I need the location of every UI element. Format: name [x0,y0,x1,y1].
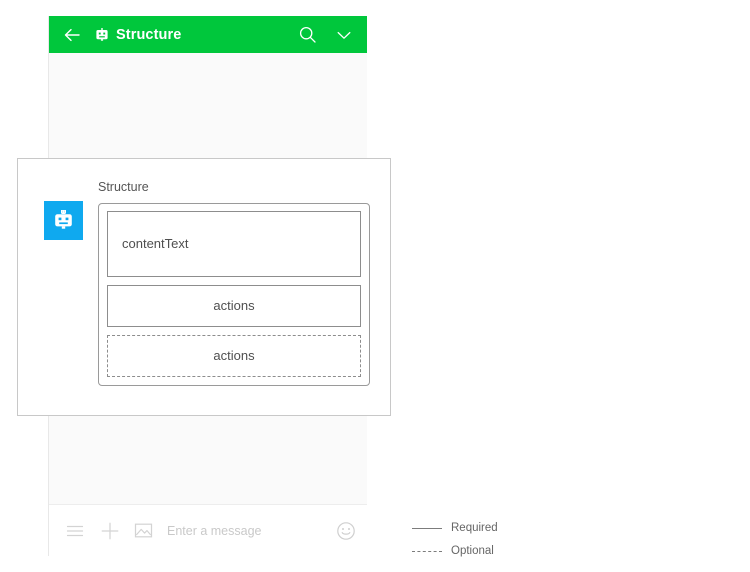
message-input[interactable] [167,523,328,538]
slot-content-text-label: contentText [122,236,189,251]
slot-actions-required-label: actions [213,298,255,313]
slot-actions-optional: actions [107,334,361,377]
emoji-smiley-icon[interactable] [336,521,356,541]
robot-avatar-icon [55,210,72,229]
slot-actions-required: actions [107,284,361,327]
chat-header: Structure [49,16,367,53]
structure-annotation-card: Structure contentText actions actions [17,158,391,416]
search-icon[interactable] [298,25,317,44]
legend: Required Optional [412,519,532,565]
chevron-down-icon[interactable] [335,26,353,44]
slot-content-text: contentText [107,210,361,277]
legend-line-solid-icon [412,527,442,529]
message-bubble: contentText actions actions [98,202,370,386]
legend-item-optional: Optional [412,542,532,560]
avatar [44,201,83,240]
robot-icon [95,27,109,42]
image-icon[interactable] [134,521,153,540]
slot-actions-optional-label: actions [213,348,255,363]
plus-icon[interactable] [100,521,120,541]
message-input-bar [49,504,367,556]
page-title: Structure [116,26,182,43]
arrow-left-icon[interactable] [62,25,82,45]
message-bubble-column: Structure contentText actions actions [98,181,370,415]
sender-name: Structure [98,180,149,194]
legend-label-required: Required [451,522,498,534]
legend-item-required: Required [412,519,532,537]
hamburger-menu-icon[interactable] [65,521,85,541]
legend-line-dashed-icon [412,550,442,552]
legend-label-optional: Optional [451,545,494,557]
